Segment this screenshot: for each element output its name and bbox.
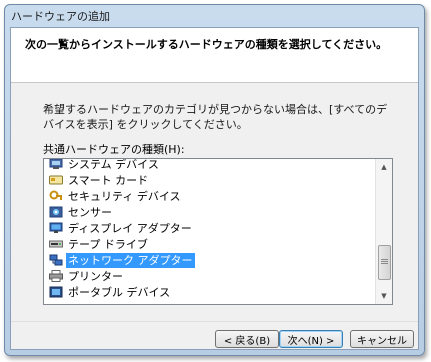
list-item[interactable]: テープ ドライブ xyxy=(44,236,375,252)
scroll-down-icon[interactable]: ▼ xyxy=(376,288,392,304)
list-item[interactable]: ディスプレイ アダプター xyxy=(44,220,375,236)
list-items: システム デバイス スマート カード セキュリティ デバイス センサー ディスプ… xyxy=(44,159,375,300)
window-title: ハードウェアの追加 xyxy=(11,9,110,23)
list-item[interactable]: スマート カード xyxy=(44,172,375,188)
wizard-header: 次の一覧からインストールするハードウェアの種類を選択してください。 xyxy=(11,28,418,83)
list-item[interactable]: システム デバイス xyxy=(44,158,375,172)
list-item-label: セキュリティ デバイス xyxy=(68,189,181,203)
hardware-type-label: 共通ハードウェアの種類(H): xyxy=(43,143,185,156)
scroll-thumb[interactable] xyxy=(378,245,391,280)
list-item-label: プリンター xyxy=(68,269,123,283)
dialog-body: 次の一覧からインストールするハードウェアの種類を選択してください。 希望するハー… xyxy=(10,27,419,350)
list-scrollbar[interactable]: ▲ ▼ xyxy=(375,159,392,304)
list-item[interactable]: ポータブル デバイス xyxy=(44,284,375,300)
list-item[interactable]: セキュリティ デバイス xyxy=(44,188,375,204)
list-item-label: ネットワーク アダプター xyxy=(66,252,195,268)
list-item[interactable]: プリンター xyxy=(44,268,375,284)
list-item-label: テープ ドライブ xyxy=(68,237,148,251)
network-adapter-icon xyxy=(49,254,63,266)
footer-divider xyxy=(11,321,418,322)
sensor-icon xyxy=(49,206,63,218)
title-bar[interactable]: ハードウェアの追加 xyxy=(5,5,424,27)
list-item-label: センサー xyxy=(68,205,112,219)
list-item-selected[interactable]: ネットワーク アダプター xyxy=(44,252,375,268)
list-item[interactable]: センサー xyxy=(44,204,375,220)
smart-card-icon xyxy=(49,174,63,186)
list-item-label: システム デバイス xyxy=(68,158,159,171)
header-text: 次の一覧からインストールするハードウェアの種類を選択してください。 xyxy=(25,38,388,51)
scroll-up-icon[interactable]: ▲ xyxy=(376,159,392,175)
hardware-type-list[interactable]: システム デバイス スマート カード セキュリティ デバイス センサー ディスプ… xyxy=(43,158,393,305)
security-device-icon xyxy=(49,190,63,202)
back-button[interactable]: < 戻る(B) xyxy=(215,330,279,348)
list-item-label: スマート カード xyxy=(68,173,149,187)
list-item-label: ディスプレイ アダプター xyxy=(68,221,192,235)
next-button[interactable]: 次へ(N) > xyxy=(279,330,343,348)
display-adapter-icon xyxy=(49,222,63,234)
cancel-button[interactable]: キャンセル xyxy=(350,330,414,348)
portable-device-icon xyxy=(49,286,63,298)
list-item-label: ポータブル デバイス xyxy=(68,285,171,299)
instruction-text: 希望するハードウェアのカテゴリが見つからない場合は、[すべてのデバイスを表示] … xyxy=(43,103,388,131)
printer-icon xyxy=(49,270,63,282)
dialog-window: ハードウェアの追加 次の一覧からインストールするハードウェアの種類を選択してくだ… xyxy=(4,4,425,356)
system-device-icon xyxy=(49,159,63,170)
tape-drive-icon xyxy=(49,238,63,250)
